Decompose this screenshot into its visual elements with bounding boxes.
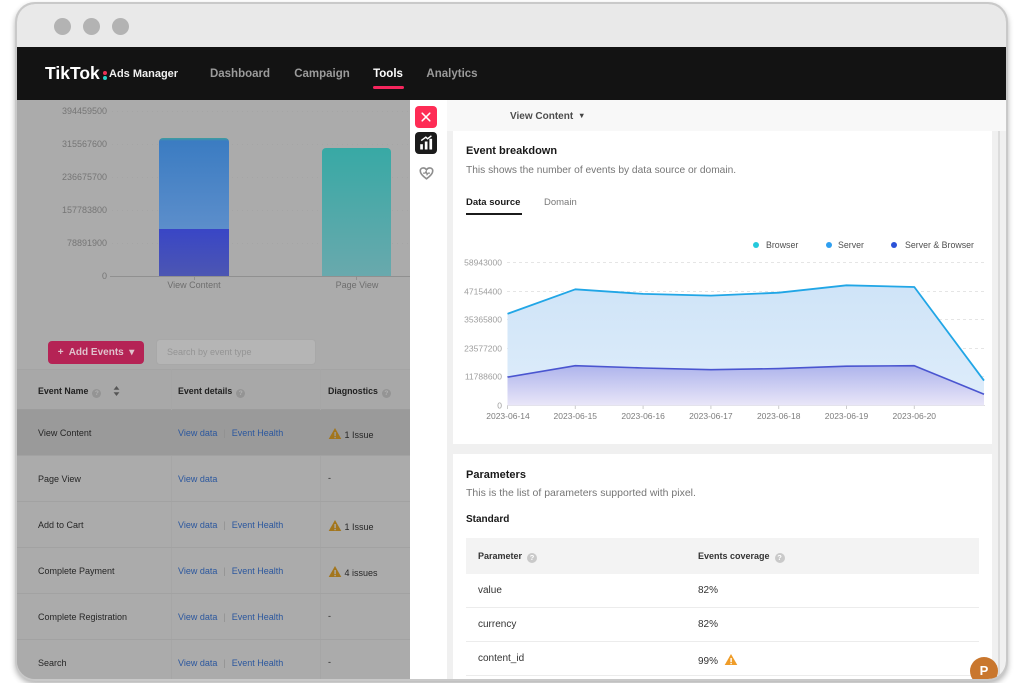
svg-text:11788600: 11788600 — [465, 372, 502, 382]
svg-text:47154400: 47154400 — [464, 287, 502, 297]
svg-text:23577200: 23577200 — [464, 344, 502, 354]
svg-text:2023-06-15: 2023-06-15 — [554, 411, 598, 421]
svg-text:2023-06-19: 2023-06-19 — [825, 411, 869, 421]
svg-text:2023-06-16: 2023-06-16 — [621, 411, 665, 421]
svg-text:2023-06-17: 2023-06-17 — [689, 411, 733, 421]
svg-text:2023-06-20: 2023-06-20 — [893, 411, 937, 421]
svg-text:2023-06-14: 2023-06-14 — [486, 411, 530, 421]
svg-text:0: 0 — [497, 401, 502, 411]
svg-text:2023-06-18: 2023-06-18 — [757, 411, 801, 421]
svg-text:35365800: 35365800 — [464, 315, 502, 325]
svg-text:58943000: 58943000 — [464, 258, 502, 268]
